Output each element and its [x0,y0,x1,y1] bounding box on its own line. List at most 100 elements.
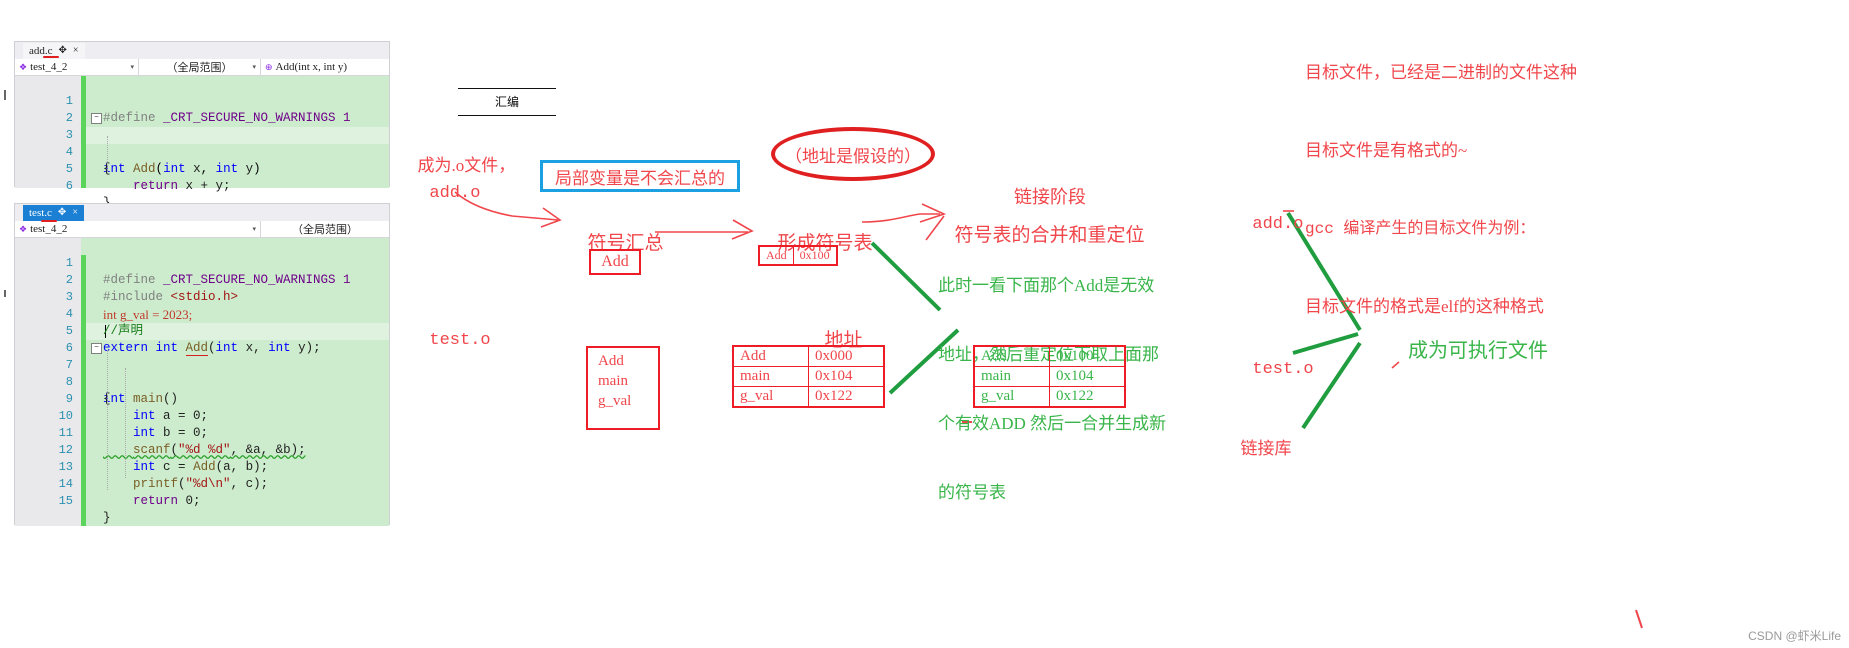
table-row: g_val 0x122 [732,386,885,408]
right-add-o-text: add.o [1252,215,1304,234]
address-cell: 0x122 [808,386,885,408]
link-library-text: 链接库 [1240,439,1292,458]
symbol-table-green: Add 0x100 main 0x104 g_val 0x122 [973,345,1126,408]
symbol-list-item: main [598,373,628,389]
indent-guide [107,350,108,490]
table-row: Add 0x000 [732,345,885,367]
code-line: 4 { [15,127,389,176]
project-combo[interactable]: ❖ test_4_2 ▾ [15,221,261,237]
pin-icon[interactable]: ✥ [59,46,67,56]
code-line: 2 [15,93,389,125]
code-text: } [103,511,111,525]
code-line: 6 [15,323,389,355]
scope-combo[interactable]: （全局范围） [261,221,389,237]
add-symbol-chip: Add [589,249,641,275]
add-c-navbar: ❖ test_4_2 ▾ （全局范围） ▾ ⊕ Add(int x, int y… [15,59,389,76]
close-icon[interactable]: × [72,208,78,218]
table-row: main 0x104 [732,366,885,387]
add-o-text: add.o [429,184,481,203]
right-test-o-text: test.o [1252,360,1314,379]
note-line: 目标文件是有格式的~ [1305,141,1468,160]
chevron-down-icon[interactable]: ▾ [252,225,256,233]
code-line: 5 return x + y; [15,144,389,193]
test-c-editor-window: test.c ✥ × ❖ test_4_2 ▾ （全局范围） 1 #define… [14,203,390,526]
member-combo[interactable]: ⊕ Add(int x, int y) [261,59,389,75]
scope-combo-label: （全局范围） [292,224,358,236]
symbol-list-box: Add main g_val [586,346,660,430]
code-line: 1 #define _CRT_SECURE_NO_WARNINGS 1 [15,76,389,125]
table-row: main 0x104 [973,366,1126,387]
add-address-chip-table: Add 0x100 [758,245,838,266]
note-line: gcc 编译产生的目标文件为例： [1305,220,1536,238]
code-line: 15 } [15,476,389,525]
add-symbol-chip-text: Add [601,253,629,270]
test-c-code-area[interactable]: 1 #define _CRT_SECURE_NO_WARNINGS 1 2 #i… [15,238,389,526]
code-line: 2 #include <stdio.h> [15,255,389,304]
address-assumption-text: （地址是假设的） [785,146,921,166]
symbol-table-red: Add 0x000 main 0x104 g_val 0x122 [732,345,885,408]
add-o-label: add.o [409,165,480,203]
table-row: Add 0x100 [973,345,1126,367]
assemble-label: 汇编 [458,88,556,116]
code-line: 3 int g_val = 2023; [15,272,389,322]
symbol-cell: g_val [973,386,1050,408]
code-line: 12 int c = Add(a, b); [15,425,389,474]
green-note-line: 此时一看下面那个Add是无效 [938,276,1155,295]
code-line: 10 int b = 0; [15,391,389,440]
address-cell: 0x100 [792,245,838,266]
code-line: 9 int a = 0; [15,374,389,423]
right-add-o-label: add.o [1232,196,1303,234]
address-cell: 0x104 [808,366,885,387]
test-c-navbar: ❖ test_4_2 ▾ （全局范围） [15,221,389,238]
right-test-o-label: test.o [1232,341,1314,379]
test-o-label: test.o [409,312,491,350]
symbol-summary-label: 符号汇总 [578,206,664,255]
code-line: 3 − int Add(int x, int y) [15,110,389,176]
assemble-text: 汇编 [494,95,519,109]
project-combo-label: test_4_2 [30,223,68,235]
tab-test-c[interactable]: test.c ✥ × [23,205,84,221]
symbol-cell: g_val [732,386,809,408]
address-cell: 0x100 [1049,345,1126,367]
local-variable-note-box: 局部变量是不会汇总的 [540,160,740,192]
code-line: 14 return 0; [15,459,389,508]
symbol-list-item: g_val [598,393,632,409]
address-assumption-ellipse: （地址是假设的） [771,127,935,181]
code-line: 4 //声明 [15,289,389,338]
chevron-down-icon[interactable]: ▾ [130,63,134,71]
top-right-note: 目标文件，已经是二进制的文件这种 目标文件是有格式的~ gcc 编译产生的目标文… [1305,8,1577,346]
table-row: Add 0x100 [758,245,838,266]
project-combo[interactable]: ❖ test_4_2 ▾ [15,59,139,75]
chevron-down-icon[interactable]: ▾ [252,63,256,71]
watermark: CSDN @虾米Life [1748,629,1841,643]
note-line: 目标文件，已经是二进制的文件这种 [1305,63,1577,82]
method-icon: ⊕ [265,61,273,72]
address-cell: 0x122 [1049,386,1126,408]
green-note-line: 个有效ADD 然后一合并生成新 [938,414,1167,433]
line-number: 15 [58,494,73,508]
tab-label: test.c [29,207,52,219]
close-icon[interactable]: × [73,46,79,56]
code-line: 11 scanf("%d %d", &a, &b); [15,408,389,457]
indent-guide [125,368,126,478]
tab-underline-annotation [43,56,59,58]
symbol-list-item: Add [598,353,624,369]
test-o-text: test.o [429,331,491,350]
code-text: return 0; [133,494,201,508]
pin-icon[interactable]: ✥ [58,208,66,218]
project-combo-label: test_4_2 [30,61,68,73]
scope-combo[interactable]: （全局范围） ▾ [139,59,261,75]
symbol-cell: Add [732,345,809,367]
fold-toggle-icon[interactable]: − [91,113,102,124]
code-text: return x + y; [133,179,231,193]
symbol-cell: main [973,366,1050,387]
green-note-line: 的符号表 [938,483,1006,502]
symbol-cell: main [732,366,809,387]
code-line: 13 printf("%d\n", c); [15,442,389,491]
project-icon: ❖ [19,61,28,72]
code-line: 7 − int main() [15,340,389,406]
code-line: 6 } [15,161,389,210]
fold-toggle-icon[interactable]: − [91,343,102,354]
add-c-code-area[interactable]: 1 #define _CRT_SECURE_NO_WARNINGS 1 2 3 … [15,76,389,210]
table-row: g_val 0x122 [973,386,1126,408]
